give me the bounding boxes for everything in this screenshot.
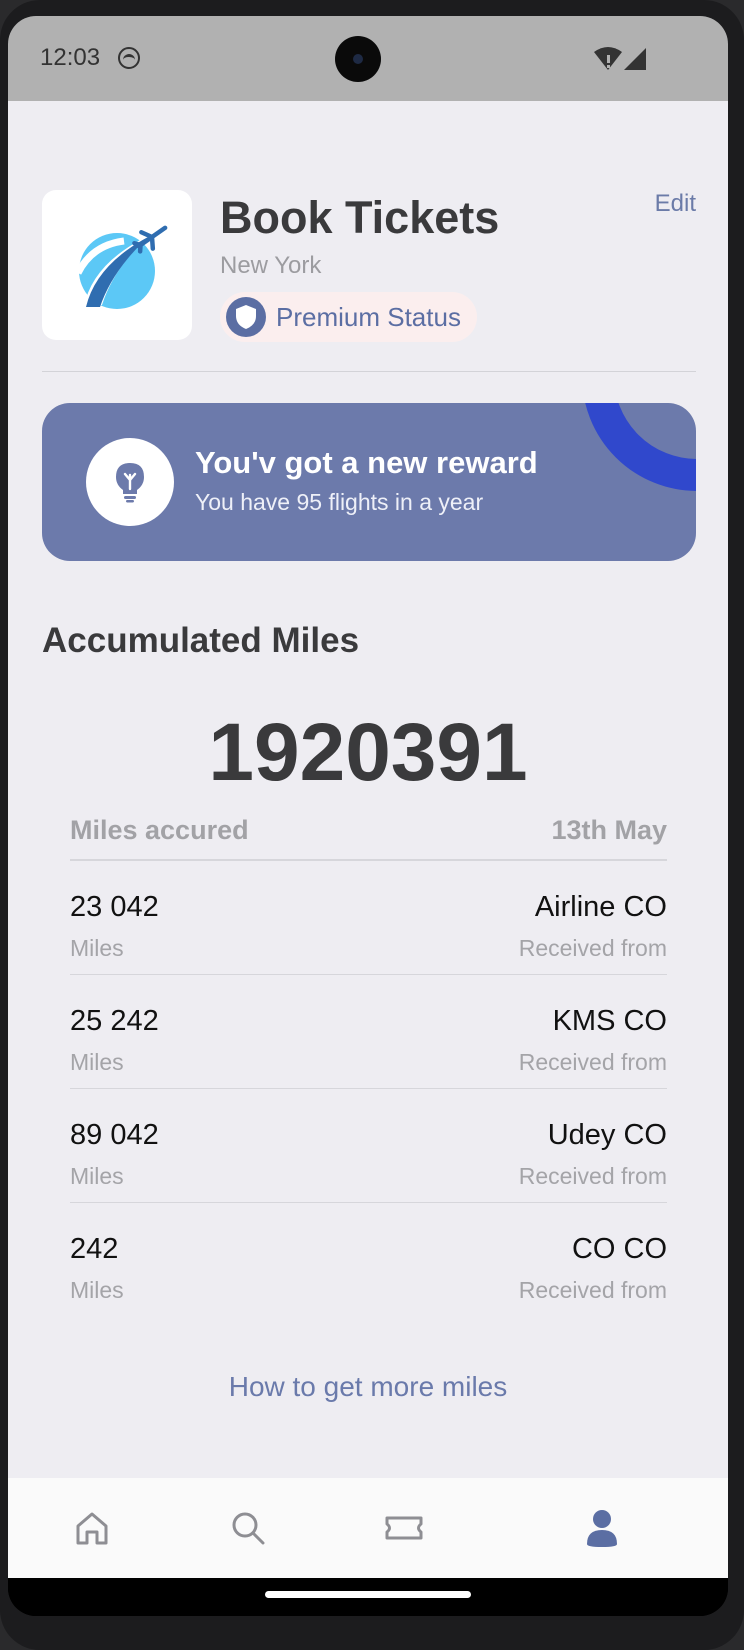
reward-subtitle: You have 95 flights in a year [195,489,484,515]
bottom-navigation [8,1478,728,1578]
wifi-icon [594,47,622,70]
received-from-label: Received from [518,935,667,961]
received-from-label: Received from [518,1049,667,1075]
miles-unit: Miles [70,1163,124,1189]
status-notification-icon [118,47,140,69]
shield-icon [226,297,266,337]
screen: 12:03 Book Tickets New York Edit Premium… [8,16,728,1616]
nav-search[interactable] [222,1502,274,1554]
reward-banner[interactable]: You'v got a new reward You have 95 fligh… [42,403,696,561]
reward-decoration [582,403,696,491]
miles-unit: Miles [70,1277,124,1303]
header-divider [42,371,696,372]
signal-icon [624,48,646,70]
app-content: Book Tickets New York Edit Premium Statu… [8,101,728,1494]
device-frame: 12:03 Book Tickets New York Edit Premium… [0,0,744,1650]
lightbulb-icon [86,438,174,526]
plane-logo-icon [74,225,168,309]
nav-home[interactable] [66,1502,118,1554]
page-title: Book Tickets [220,192,500,243]
company-name: KMS CO [552,1005,667,1037]
profile-icon [587,1510,617,1547]
miles-table-header: Miles accured 13th May [70,807,667,861]
miles-amount: 242 [70,1233,119,1265]
miles-table: Miles accured 13th May 23 042 Miles Airl… [70,807,667,1317]
status-bar: 12:03 [8,16,728,101]
miles-amount: 89 042 [70,1119,159,1151]
home-icon [76,1512,108,1545]
company-name: Udey CO [547,1119,667,1151]
home-indicator[interactable] [265,1591,471,1598]
company-name: CO CO [571,1233,667,1265]
location-subtitle: New York [220,252,322,279]
miles-unit: Miles [70,1049,124,1075]
search-icon [232,1512,265,1545]
miles-unit: Miles [70,935,124,961]
miles-accrued-header: Miles accured [70,815,249,845]
profile-header: Book Tickets New York Edit Premium Statu… [42,190,696,342]
table-row: 25 242 Miles KMS CO Received from [70,975,667,1089]
premium-status-badge: Premium Status [220,292,477,342]
miles-amount: 23 042 [70,891,159,923]
company-name: Airline CO [534,891,667,923]
front-camera [335,36,381,82]
nav-profile[interactable] [576,1502,628,1554]
table-row: 242 Miles CO CO Received from [70,1203,667,1317]
status-time: 12:03 [40,44,101,71]
date-header: 13th May [551,815,667,845]
received-from-label: Received from [518,1163,667,1189]
received-from-label: Received from [518,1277,667,1303]
edit-button[interactable]: Edit [655,190,696,218]
miles-heading: Accumulated Miles [42,621,360,660]
ticket-icon [385,1516,423,1540]
premium-status-label: Premium Status [276,301,461,332]
miles-total: 1920391 [208,707,528,798]
app-logo [42,190,192,340]
miles-amount: 25 242 [70,1005,159,1037]
more-miles-link[interactable]: How to get more miles [8,1371,728,1403]
table-row: 23 042 Miles Airline CO Received from [70,861,667,975]
table-row: 89 042 Miles Udey CO Received from [70,1089,667,1203]
reward-title: You'v got a new reward [195,445,538,480]
nav-tickets[interactable] [378,1502,430,1554]
